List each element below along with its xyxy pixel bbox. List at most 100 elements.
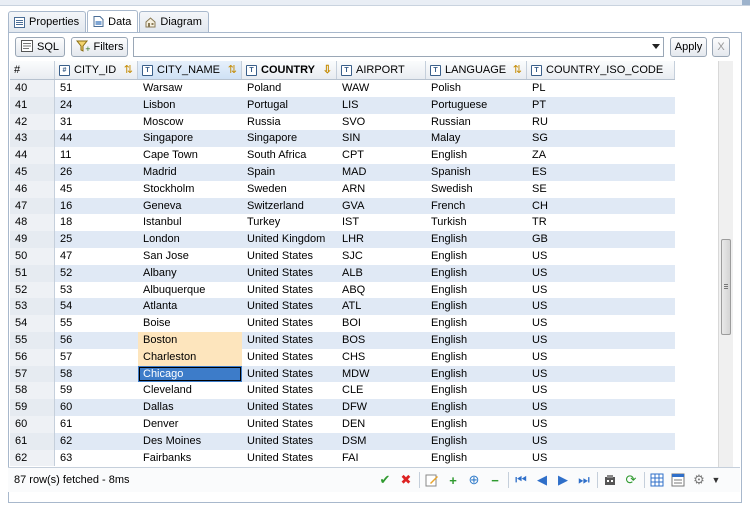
language-cell[interactable]: Spanish (426, 164, 527, 181)
country-cell[interactable]: Singapore (242, 130, 337, 147)
city-id-cell[interactable]: 58 (55, 366, 138, 383)
row-number-cell[interactable]: 55 (10, 331, 55, 349)
language-cell[interactable]: Russian (426, 114, 527, 131)
airport-cell[interactable]: DEN (337, 416, 426, 433)
city-name-cell[interactable]: Boston (138, 331, 242, 349)
city-name-cell[interactable]: Fairbanks (138, 450, 242, 467)
table-row[interactable]: 49 25 London United Kingdom LHR English GB (10, 231, 675, 248)
column-header-language[interactable]: T LANGUAGE ⇅ (426, 61, 527, 79)
country-cell[interactable]: United States (242, 433, 337, 450)
country-cell[interactable]: South Africa (242, 147, 337, 164)
row-number-cell[interactable]: 44 (10, 147, 55, 164)
country-iso-code-cell[interactable]: SE (527, 181, 675, 198)
city-name-cell[interactable]: Charleston (138, 348, 242, 366)
airport-cell[interactable]: ARN (337, 181, 426, 198)
city-name-cell[interactable]: Dallas (138, 399, 242, 416)
tab-data[interactable]: Data (87, 10, 139, 32)
row-number-cell[interactable]: 53 (10, 298, 55, 316)
airport-cell[interactable]: FAI (337, 450, 426, 467)
city-id-cell[interactable]: 63 (55, 450, 138, 467)
table-row[interactable]: 61 62 Des Moines United States DSM English US (10, 432, 675, 450)
city-name-cell[interactable]: Atlanta (138, 298, 242, 315)
city-id-cell[interactable]: 53 (55, 282, 138, 299)
country-iso-code-cell[interactable]: US (527, 399, 675, 416)
city-id-cell[interactable]: 56 (55, 332, 138, 349)
language-cell[interactable]: English (426, 231, 527, 248)
column-header-city-name[interactable]: T CITY_NAME ⇅ (138, 61, 242, 79)
language-cell[interactable]: English (426, 298, 527, 315)
language-cell[interactable]: English (426, 450, 527, 467)
language-cell[interactable]: Malay (426, 130, 527, 147)
clear-filter-button[interactable]: X (712, 37, 730, 57)
table-row[interactable]: 54 55 Boise United States BOI English US (10, 315, 675, 332)
chevron-down-icon[interactable]: ▼ (708, 472, 724, 488)
language-cell[interactable]: English (426, 366, 527, 383)
row-number-cell[interactable]: 56 (10, 348, 55, 366)
airport-cell[interactable]: MDW (337, 366, 426, 383)
row-number-cell[interactable]: 60 (10, 415, 55, 433)
country-cell[interactable]: Spain (242, 164, 337, 181)
table-row[interactable]: 44 11 Cape Town South Africa CPT English ZA (10, 147, 675, 164)
table-row[interactable]: 40 51 Warsaw Poland WAW Polish PL (10, 80, 675, 97)
copy-row-icon[interactable]: ⊕ (466, 472, 482, 488)
table-row[interactable]: 60 61 Denver United States DEN English US (10, 415, 675, 433)
table-row[interactable]: 50 47 San Jose United States SJC English US (10, 247, 675, 265)
city-name-cell[interactable]: Chicago (138, 365, 242, 383)
table-row[interactable]: 51 52 Albany United States ALB English US (10, 264, 675, 282)
country-cell[interactable]: Turkey (242, 214, 337, 231)
tab-diagram[interactable]: Diagram (139, 11, 209, 32)
language-cell[interactable]: English (426, 265, 527, 282)
table-row[interactable]: 43 44 Singapore Singapore SIN Malay SG (10, 130, 675, 148)
city-id-cell[interactable]: 62 (55, 433, 138, 450)
sort-icon[interactable]: ⇅ (124, 63, 133, 76)
city-id-cell[interactable]: 61 (55, 416, 138, 433)
previous-page-icon[interactable]: ◀ (534, 472, 550, 488)
city-name-cell[interactable]: Albany (138, 265, 242, 282)
city-id-cell[interactable]: 60 (55, 399, 138, 416)
table-row[interactable]: 46 45 Stockholm Sweden ARN Swedish SE (10, 180, 675, 198)
table-row[interactable]: 58 59 Cleveland United States CLE English US (10, 382, 675, 400)
city-id-cell[interactable]: 16 (55, 198, 138, 215)
edit-icon[interactable] (424, 472, 440, 488)
row-number-cell[interactable]: 40 (10, 80, 55, 97)
fetch-all-icon[interactable] (602, 472, 618, 488)
airport-cell[interactable]: IST (337, 214, 426, 231)
city-id-cell[interactable]: 44 (55, 130, 138, 147)
city-name-cell[interactable]: Des Moines (138, 433, 242, 450)
table-row[interactable]: 53 54 Atlanta United States ATL English US (10, 298, 675, 316)
table-row[interactable]: 52 53 Albuquerque United States ABQ English US (10, 281, 675, 299)
language-cell[interactable]: English (426, 332, 527, 349)
row-number-cell[interactable]: 42 (10, 113, 55, 131)
airport-cell[interactable]: ABQ (337, 282, 426, 299)
city-id-cell[interactable]: 45 (55, 181, 138, 198)
airport-cell[interactable]: BOS (337, 332, 426, 349)
country-iso-code-cell[interactable]: US (527, 332, 675, 349)
airport-cell[interactable]: SJC (337, 248, 426, 265)
country-iso-code-cell[interactable]: US (527, 298, 675, 315)
city-name-cell[interactable]: Moscow (138, 114, 242, 131)
city-name-cell[interactable]: Lisbon (138, 97, 242, 114)
city-id-cell[interactable]: 59 (55, 382, 138, 399)
city-name-cell[interactable]: London (138, 231, 242, 248)
country-iso-code-cell[interactable]: US (527, 315, 675, 332)
sort-icon[interactable]: ⇅ (513, 63, 522, 76)
row-number-cell[interactable]: 41 (10, 96, 55, 114)
sql-button[interactable]: SQL (15, 37, 65, 57)
city-name-cell[interactable]: Geneva (138, 198, 242, 215)
vertical-scrollbar[interactable] (718, 61, 733, 467)
city-name-cell[interactable]: San Jose (138, 248, 242, 265)
airport-cell[interactable]: WAW (337, 80, 426, 97)
airport-cell[interactable]: LIS (337, 97, 426, 114)
country-cell[interactable]: United States (242, 382, 337, 399)
language-cell[interactable]: Swedish (426, 181, 527, 198)
row-number-cell[interactable]: 61 (10, 432, 55, 450)
country-iso-code-cell[interactable]: US (527, 433, 675, 450)
filter-input[interactable] (133, 37, 664, 57)
country-iso-code-cell[interactable]: PT (527, 97, 675, 114)
airport-cell[interactable]: CPT (337, 147, 426, 164)
airport-cell[interactable]: MAD (337, 164, 426, 181)
table-row[interactable]: 47 16 Geneva Switzerland GVA French CH (10, 197, 675, 215)
country-cell[interactable]: United States (242, 315, 337, 332)
table-row[interactable]: 56 57 Charleston United States CHS English US (10, 348, 675, 366)
filters-button[interactable]: + Filters (71, 37, 128, 57)
